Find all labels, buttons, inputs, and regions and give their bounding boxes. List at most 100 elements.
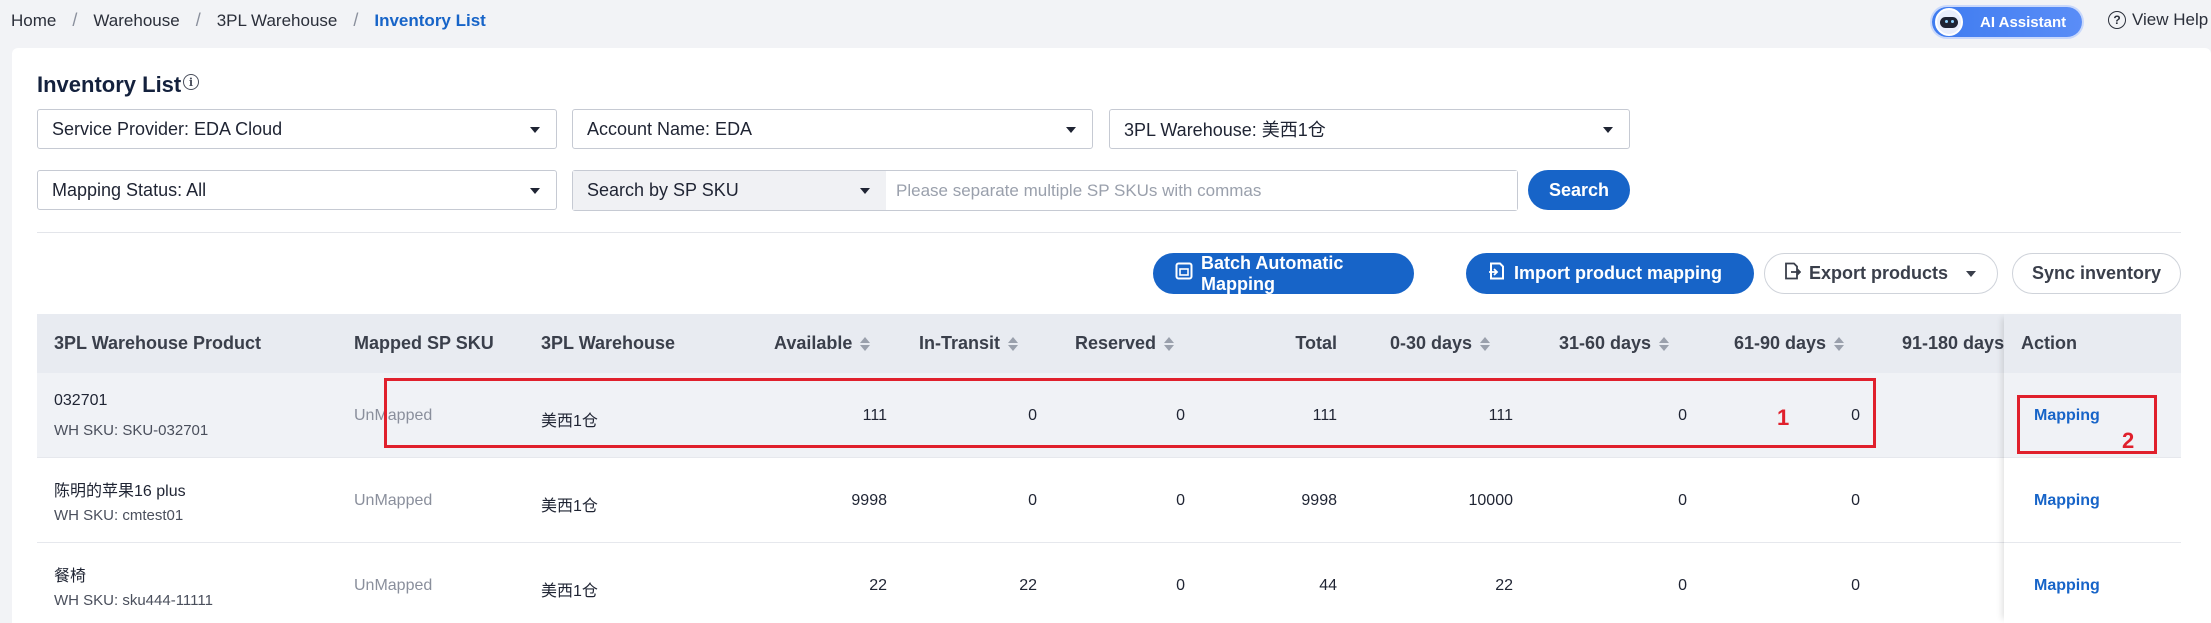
view-help-link[interactable]: ? View Help (2108, 10, 2208, 30)
sort-icon[interactable] (1008, 336, 1019, 352)
total-qty: 44 (1319, 577, 1337, 594)
days-31-60-qty: 0 (1678, 577, 1687, 594)
col-header-91-180-days: 91-180 days (1902, 333, 2005, 353)
export-icon (1783, 262, 1802, 285)
col-header-in-transit-label: In-Transit (919, 333, 1001, 353)
batch-mapping-icon (1175, 262, 1193, 285)
breadcrumb-3pl-warehouse[interactable]: 3PL Warehouse (217, 11, 338, 31)
mapping-link[interactable]: Mapping (2034, 577, 2100, 595)
in-transit-qty: 22 (1019, 577, 1037, 594)
caret-down-icon (1966, 270, 1977, 277)
caret-down-icon (530, 188, 540, 194)
breadcrumb-home[interactable]: Home (11, 11, 56, 31)
export-products-label: Export products (1809, 263, 1949, 283)
import-product-mapping-button[interactable]: Import product mapping (1466, 253, 1754, 294)
annotation-box-2 (2017, 395, 2157, 454)
warehouse-select[interactable]: 3PL Warehouse: 美西1仓 (1109, 109, 1630, 149)
col-header-warehouse: 3PL Warehouse (541, 333, 676, 353)
col-header-mapped-sku: Mapped SP SKU (354, 333, 494, 353)
search-type-select[interactable]: Search by SP SKU (573, 171, 886, 210)
reserved-qty: 0 (1176, 577, 1185, 594)
days-61-90-qty: 0 (1851, 577, 1860, 594)
ai-assistant-label: AI Assistant (1980, 13, 2067, 31)
robot-icon (1935, 8, 1963, 36)
page-title: Inventory List (37, 72, 182, 97)
ai-assistant-button[interactable]: AI Assistant (1932, 7, 2082, 37)
breadcrumb-current: Inventory List (374, 10, 486, 30)
col-header-0-30-days[interactable]: 0-30 days (1390, 314, 1491, 373)
account-name-select[interactable]: Account Name: EDA (572, 109, 1093, 149)
breadcrumb: Home / Warehouse / 3PL Warehouse / Inven… (11, 10, 486, 31)
sku-search-group: Search by SP SKU (572, 170, 1518, 211)
search-button[interactable]: Search (1528, 170, 1630, 210)
days-0-30-qty: 22 (1495, 577, 1513, 594)
sort-icon[interactable] (1164, 336, 1175, 352)
wh-sku: WH SKU: sku444-11111 (54, 592, 213, 609)
reserved-qty: 0 (1176, 492, 1185, 509)
col-header-total: Total (1295, 333, 1337, 353)
col-header-61-90-days[interactable]: 61-90 days (1734, 314, 1845, 373)
col-header-in-transit[interactable]: In-Transit (919, 314, 1019, 373)
col-header-0-30-label: 0-30 days (1390, 333, 1473, 353)
available-qty: 22 (869, 577, 887, 594)
days-31-60-qty: 0 (1678, 492, 1687, 509)
warehouse-name: 美西1仓 (541, 583, 598, 600)
col-header-61-90-label: 61-90 days (1734, 333, 1827, 353)
warehouse-name: 美西1仓 (541, 498, 598, 515)
breadcrumb-separator: / (195, 10, 201, 30)
sort-icon[interactable] (860, 336, 871, 352)
service-provider-select[interactable]: Service Provider: EDA Cloud (37, 109, 557, 149)
sort-icon[interactable] (1480, 336, 1491, 352)
sync-inventory-button[interactable]: Sync inventory (2012, 253, 2181, 294)
sort-icon[interactable] (1659, 336, 1670, 352)
wh-sku: WH SKU: cmtest01 (54, 507, 184, 524)
annotation-label-1: 1 (1777, 405, 1790, 430)
caret-down-icon (1603, 127, 1613, 133)
days-0-30-qty: 10000 (1468, 492, 1514, 509)
batch-automatic-mapping-button[interactable]: Batch Automatic Mapping (1153, 253, 1414, 294)
account-name-value: Account Name: EDA (587, 118, 753, 139)
info-icon[interactable]: i (183, 74, 199, 90)
breadcrumb-separator: / (72, 10, 78, 30)
product-name: 陈明的苹果16 plus (54, 483, 186, 500)
caret-down-icon (860, 188, 870, 194)
col-header-available-label: Available (774, 333, 853, 353)
top-bar: Home / Warehouse / 3PL Warehouse / Inven… (0, 0, 2211, 42)
breadcrumb-separator: / (353, 10, 359, 30)
product-name: 餐椅 (54, 568, 87, 585)
mapped-sku: UnMapped (354, 577, 433, 594)
col-header-product: 3PL Warehouse Product (54, 333, 262, 353)
caret-down-icon (1066, 127, 1076, 133)
breadcrumb-warehouse[interactable]: Warehouse (93, 11, 179, 31)
sku-search-input[interactable] (886, 171, 1517, 210)
col-header-action: Action (2021, 333, 2077, 353)
import-icon (1488, 262, 1506, 285)
annotation-label-2: 2 (2122, 428, 2135, 453)
in-transit-qty: 0 (1028, 492, 1037, 509)
annotation-box-1 (384, 378, 1876, 448)
service-provider-value: Service Provider: EDA Cloud (52, 118, 283, 139)
divider (37, 232, 2181, 233)
col-header-available[interactable]: Available (774, 314, 871, 373)
mapped-sku: UnMapped (354, 492, 433, 509)
available-qty: 9998 (851, 492, 887, 509)
sort-icon[interactable] (1834, 336, 1845, 352)
days-61-90-qty: 0 (1851, 492, 1860, 509)
warehouse-value: 3PL Warehouse: 美西1仓 (1124, 120, 1326, 140)
col-header-31-60-days[interactable]: 31-60 days (1559, 314, 1670, 373)
wh-sku: WH SKU: SKU-032701 (54, 422, 209, 439)
product-name: 032701 (54, 392, 108, 409)
mapping-status-value: Mapping Status: All (52, 179, 207, 200)
caret-down-icon (530, 127, 540, 133)
view-help-label: View Help (2132, 10, 2209, 29)
col-header-31-60-label: 31-60 days (1559, 333, 1652, 353)
question-circle-icon: ? (2108, 11, 2126, 29)
col-header-reserved[interactable]: Reserved (1075, 314, 1175, 373)
batch-automatic-mapping-label: Batch Automatic Mapping (1201, 252, 1344, 294)
export-products-button[interactable]: Export products (1764, 253, 1998, 294)
mapping-status-select[interactable]: Mapping Status: All (37, 170, 557, 210)
col-header-reserved-label: Reserved (1075, 333, 1157, 353)
search-type-value: Search by SP SKU (587, 180, 739, 200)
total-qty: 9998 (1301, 492, 1337, 509)
mapping-link[interactable]: Mapping (2034, 492, 2100, 510)
